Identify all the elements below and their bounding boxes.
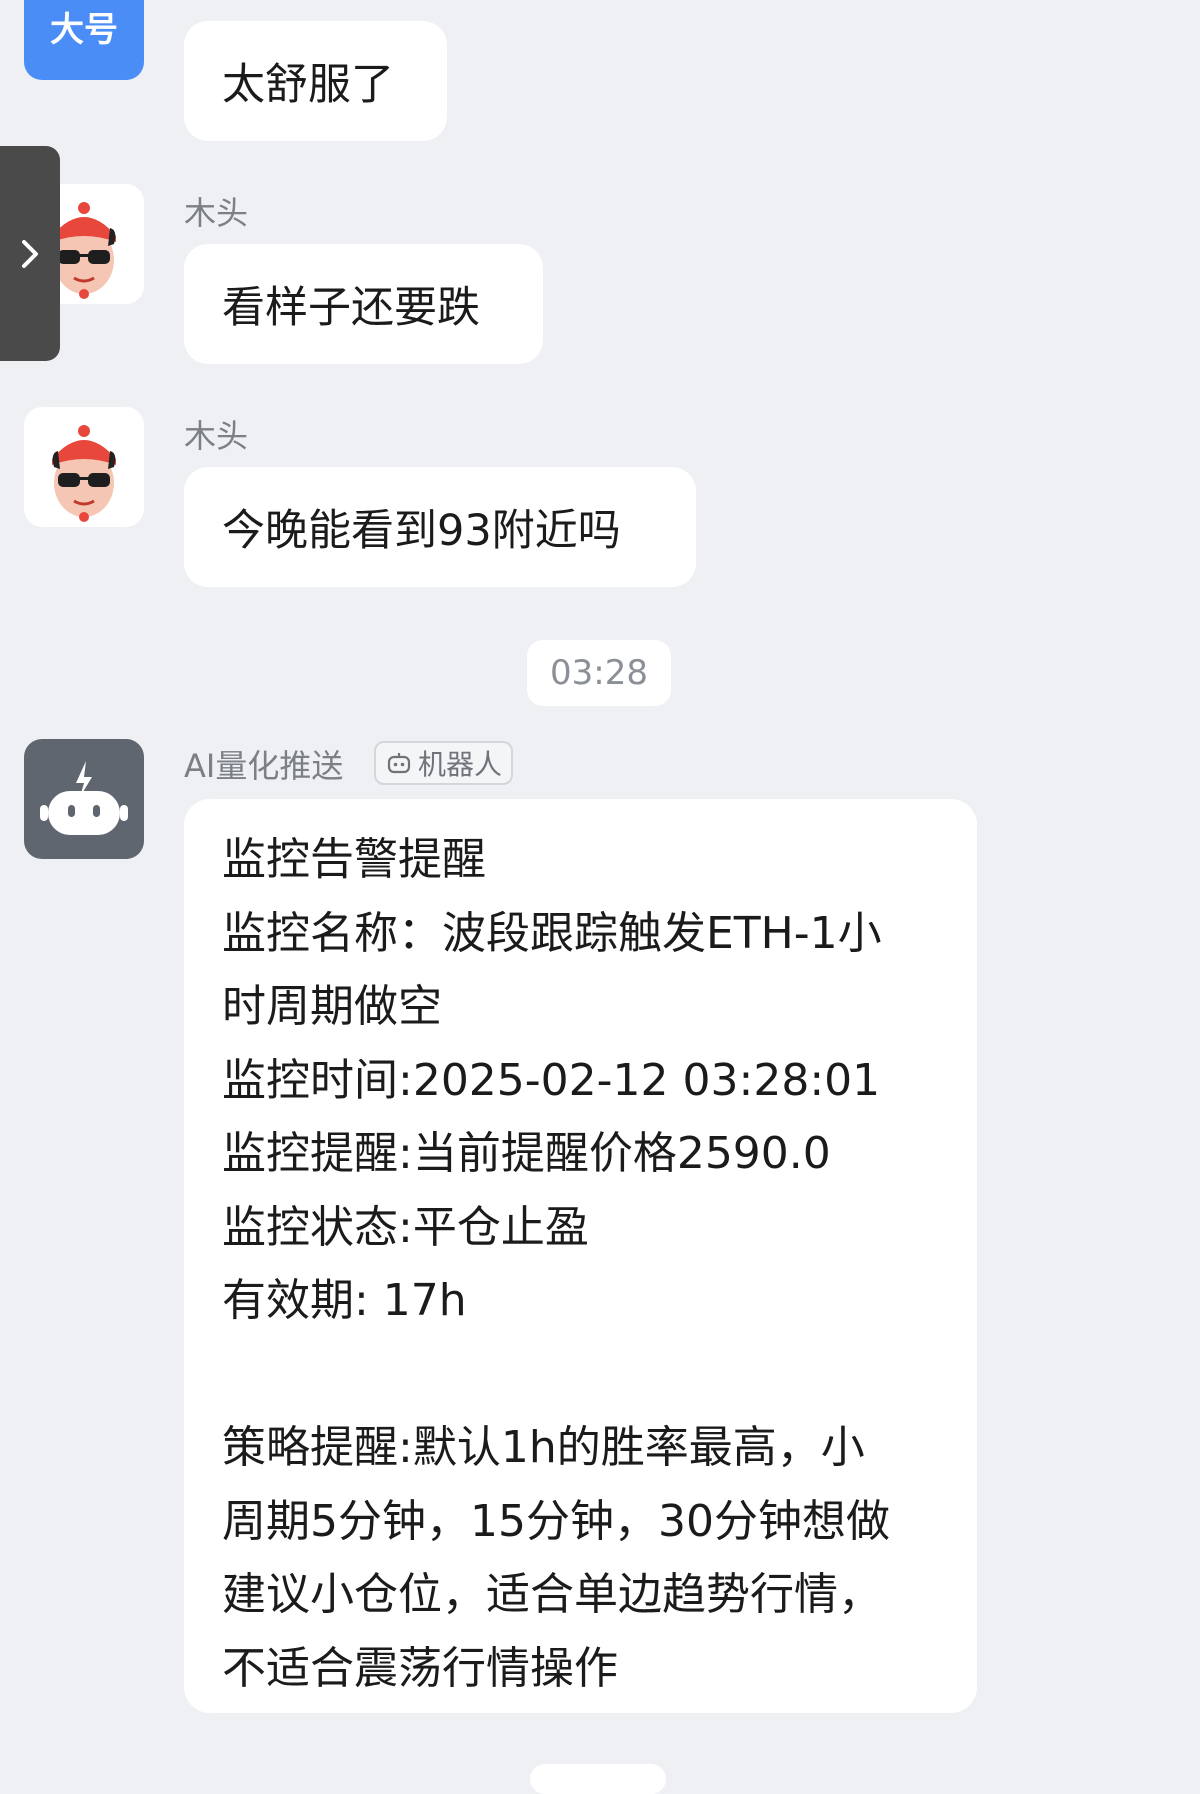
message-bubble[interactable]: 太舒服了 xyxy=(184,21,447,141)
bot-message-line: 不适合震荡行情操作 xyxy=(222,1642,618,1694)
bot-name: AI量化推送 xyxy=(184,747,344,785)
message-text: 太舒服了 xyxy=(222,60,394,110)
bot-tag: 机器人 xyxy=(374,741,513,785)
robot-icon xyxy=(387,753,411,774)
bot-message-line: 监控提醒:当前提醒价格2590.0 xyxy=(222,1128,831,1179)
bot-message-line: 周期5分钟，15分钟，30分钟想做 xyxy=(222,1495,890,1547)
side-panel-toggle[interactable] xyxy=(0,146,60,361)
chevron-right-icon xyxy=(22,239,38,268)
bot-message-line: 时周期做空 xyxy=(222,981,442,1032)
next-timestamp-divider xyxy=(530,1764,666,1794)
bot-message-line: 有效期: 17h xyxy=(222,1275,467,1326)
message-bubble[interactable]: 看样子还要跌 xyxy=(184,244,543,364)
bot-message-line: 监控时间:2025-02-12 03:28:01 xyxy=(222,1054,881,1106)
bot-message-line: 监控状态:平仓止盈 xyxy=(222,1201,589,1253)
timestamp-text: 03:28 xyxy=(550,653,648,693)
bot-message-line: 策略提醒:默认1h的胜率最高，小 xyxy=(222,1422,865,1473)
bot-message-spacer xyxy=(222,1338,939,1412)
message-bubble[interactable]: 今晚能看到93附近吗 xyxy=(184,467,696,587)
bot-message-line: 建议小仓位，适合单边趋势行情， xyxy=(222,1569,882,1620)
avatar-mutou[interactable] xyxy=(24,407,144,527)
robot-icon xyxy=(40,761,128,835)
avatar-label: 大号 xyxy=(50,10,118,50)
bot-tag-label: 机器人 xyxy=(418,748,503,781)
avatar-dahao[interactable]: 大号 xyxy=(24,0,144,80)
sender-name: 木头 xyxy=(184,194,249,232)
cartoon-face-icon xyxy=(52,425,116,522)
bot-message-line: 监控名称：波段跟踪触发ETH-1小 xyxy=(222,907,882,959)
bot-message-line: 监控告警提醒 xyxy=(222,834,486,885)
bot-message-bubble[interactable]: 监控告警提醒 监控名称：波段跟踪触发ETH-1小 时周期做空 监控时间:2025… xyxy=(184,799,977,1713)
timestamp-divider: 03:28 xyxy=(527,640,671,706)
avatar-bot[interactable] xyxy=(24,739,144,859)
message-text: 看样子还要跌 xyxy=(222,283,480,333)
message-text: 今晚能看到93附近吗 xyxy=(222,506,621,556)
sender-name: 木头 xyxy=(184,417,249,455)
